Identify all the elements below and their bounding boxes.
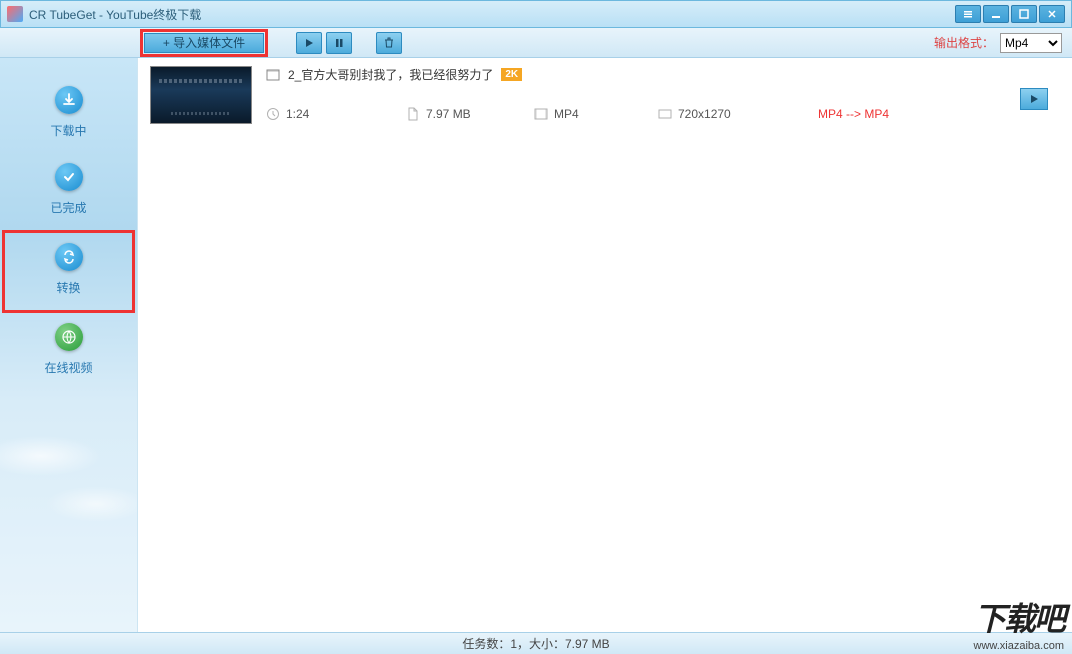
import-media-button[interactable]: + 导入媒体文件 xyxy=(144,33,264,53)
video-icon xyxy=(266,68,280,82)
minimize-button[interactable] xyxy=(983,5,1009,23)
filesize-value: 7.97 MB xyxy=(426,107,471,121)
status-text: 任务数：1，大小：7.97 MB xyxy=(462,635,609,652)
resolution-value: 720x1270 xyxy=(678,107,731,121)
sidebar-item-label: 下载中 xyxy=(50,122,86,139)
sidebar-item-label: 在线视频 xyxy=(44,359,92,376)
window-title: CR TubeGet - YouTube终极下载 xyxy=(29,6,955,23)
meta-format: MP4 xyxy=(534,107,658,121)
video-meta: 1:24 7.97 MB MP4 720x1270 MP4 --> MP4 xyxy=(266,107,1060,121)
sidebar-item-label: 转换 xyxy=(56,279,80,296)
check-icon xyxy=(55,163,83,191)
meta-duration: 1:24 xyxy=(266,107,406,121)
output-format-select[interactable]: Mp4 xyxy=(1000,33,1062,53)
file-icon xyxy=(406,107,420,121)
sidebar-item-label: 已完成 xyxy=(50,199,86,216)
globe-icon xyxy=(55,323,83,351)
play-toolbar-button[interactable] xyxy=(296,32,322,54)
toolbar-group xyxy=(296,32,402,54)
titlebar: CR TubeGet - YouTube终极下载 xyxy=(0,0,1072,28)
toolbar-right: 输出格式： Mp4 xyxy=(934,33,1062,53)
download-icon xyxy=(55,86,83,114)
meta-filesize: 7.97 MB xyxy=(406,107,534,121)
delete-toolbar-button[interactable] xyxy=(376,32,402,54)
statusbar: 任务数：1，大小：7.97 MB xyxy=(0,632,1072,654)
sidebar-item-convert[interactable]: 转换 xyxy=(2,230,135,313)
conversion-text: MP4 --> MP4 xyxy=(818,107,889,121)
content-area: 2_官方大哥别封我了，我已经很努力了 2K 1:24 7.97 MB MP4 xyxy=(138,58,1072,632)
sidebar-decoration xyxy=(0,432,137,552)
window-controls xyxy=(955,5,1065,23)
import-highlight: + 导入媒体文件 xyxy=(140,29,268,57)
video-list-item[interactable]: 2_官方大哥别封我了，我已经很努力了 2K 1:24 7.97 MB MP4 xyxy=(138,58,1072,132)
quality-badge: 2K xyxy=(501,68,522,81)
sidebar: 下载中 已完成 转换 在线视频 xyxy=(0,58,138,632)
duration-value: 1:24 xyxy=(286,107,309,121)
close-button[interactable] xyxy=(1039,5,1065,23)
convert-icon xyxy=(55,243,83,271)
maximize-button[interactable] xyxy=(1011,5,1037,23)
output-format-label: 输出格式： xyxy=(934,34,994,51)
pause-toolbar-button[interactable] xyxy=(326,32,352,54)
play-video-button[interactable] xyxy=(1020,88,1048,110)
app-icon xyxy=(7,6,23,22)
main-area: 下载中 已完成 转换 在线视频 2_官方大哥别封我了，我已经很努力了 2K xyxy=(0,58,1072,632)
clock-icon xyxy=(266,107,280,121)
sidebar-item-online[interactable]: 在线视频 xyxy=(0,313,137,390)
video-info: 2_官方大哥别封我了，我已经很努力了 2K 1:24 7.97 MB MP4 xyxy=(266,66,1060,124)
video-title-row: 2_官方大哥别封我了，我已经很努力了 2K xyxy=(266,66,1060,83)
sidebar-item-downloading[interactable]: 下载中 xyxy=(0,76,137,153)
toolbar: + 导入媒体文件 输出格式： Mp4 xyxy=(0,28,1072,58)
resolution-icon xyxy=(658,107,672,121)
format-value: MP4 xyxy=(554,107,579,121)
video-thumbnail xyxy=(150,66,252,124)
sidebar-item-completed[interactable]: 已完成 xyxy=(0,153,137,230)
format-icon xyxy=(534,107,548,121)
meta-resolution: 720x1270 xyxy=(658,107,818,121)
video-title: 2_官方大哥别封我了，我已经很努力了 xyxy=(288,66,493,83)
settings-button[interactable] xyxy=(955,5,981,23)
